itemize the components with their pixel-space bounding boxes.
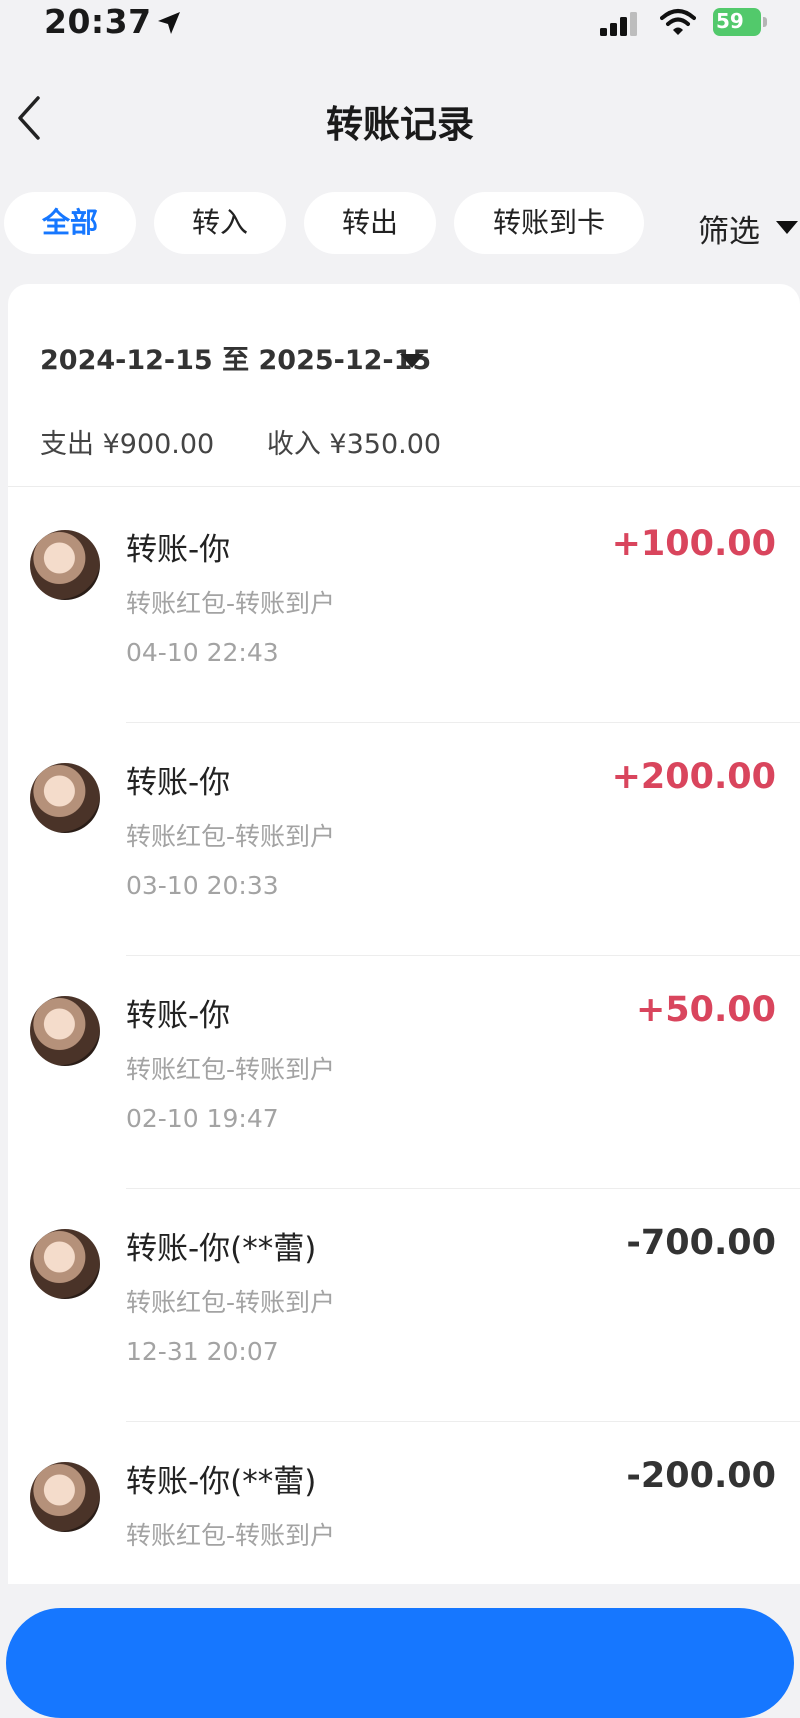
transaction-desc: 转账红包-转账到户	[126, 1521, 336, 1550]
transaction-amount: +100.00	[611, 524, 776, 564]
tab-outgoing[interactable]: 转出	[304, 192, 436, 254]
tab-all[interactable]: 全部	[4, 192, 136, 254]
filter-button[interactable]: 筛选	[698, 206, 760, 251]
transaction-amount: +200.00	[611, 757, 776, 797]
total-expense: 支出 ¥900.00	[40, 429, 215, 460]
location-arrow-icon	[158, 12, 180, 34]
transaction-name: 转账-你	[126, 765, 231, 801]
cellular-signal-icon	[600, 12, 637, 36]
battery-icon: 59	[713, 8, 767, 36]
transaction-time: 02-10 19:47	[126, 1104, 279, 1133]
filter-tabs: 全部 转入 转出 转账到卡 筛选	[0, 192, 800, 256]
transaction-row[interactable]: 转账-你 转账红包-转账到户 04-10 22:43 +100.00	[8, 490, 800, 723]
transaction-desc: 转账红包-转账到户	[126, 822, 336, 851]
transaction-desc: 转账红包-转账到户	[126, 1288, 336, 1317]
transaction-time: 12-31 20:07	[126, 1337, 279, 1366]
totals: 支出 ¥900.00 收入 ¥350.00	[40, 422, 485, 461]
total-income: 收入 ¥350.00	[266, 429, 442, 460]
transaction-name: 转账-你(**蕾)	[126, 1464, 317, 1500]
transaction-amount: -700.00	[626, 1223, 776, 1263]
transaction-amount: +50.00	[635, 990, 776, 1030]
bottom-action-button[interactable]	[6, 1608, 794, 1718]
status-time: 20:37	[44, 2, 152, 41]
transaction-desc: 转账红包-转账到户	[126, 1055, 336, 1084]
date-range[interactable]: 2024-12-15 至 2025-12-15	[40, 338, 431, 377]
transaction-name: 转账-你	[126, 532, 231, 568]
filter-caret-icon[interactable]	[776, 221, 798, 234]
transaction-amount: -200.00	[626, 1456, 776, 1496]
avatar	[30, 763, 100, 833]
transaction-name: 转账-你(**蕾)	[126, 1231, 317, 1267]
tab-to-card[interactable]: 转账到卡	[454, 192, 644, 254]
avatar	[30, 530, 100, 600]
avatar	[30, 996, 100, 1066]
status-bar: 20:37 59	[0, 0, 800, 50]
transaction-desc: 转账红包-转账到户	[126, 589, 336, 618]
date-range-caret-icon[interactable]	[400, 354, 424, 368]
avatar	[30, 1229, 100, 1299]
transaction-row[interactable]: 转账-你 转账红包-转账到户 02-10 19:47 +50.00	[8, 956, 800, 1189]
wifi-icon	[660, 9, 696, 35]
transaction-row[interactable]: 转账-你(**蕾) 转账红包-转账到户 12-31 20:07 -700.00	[8, 1189, 800, 1422]
transaction-time: 03-10 20:33	[126, 871, 279, 900]
nav-bar: 转账记录	[0, 70, 800, 170]
transaction-row[interactable]: 转账-你 转账红包-转账到户 03-10 20:33 +200.00	[8, 723, 800, 956]
page-title: 转账记录	[326, 103, 474, 146]
avatar	[30, 1462, 100, 1532]
transaction-time: 04-10 22:43	[126, 638, 279, 667]
records-card: 2024-12-15 至 2025-12-15 支出 ¥900.00 收入 ¥3…	[8, 284, 800, 1584]
tab-incoming[interactable]: 转入	[154, 192, 286, 254]
divider	[8, 486, 800, 487]
battery-level: 59	[716, 9, 744, 33]
transaction-name: 转账-你	[126, 998, 231, 1034]
